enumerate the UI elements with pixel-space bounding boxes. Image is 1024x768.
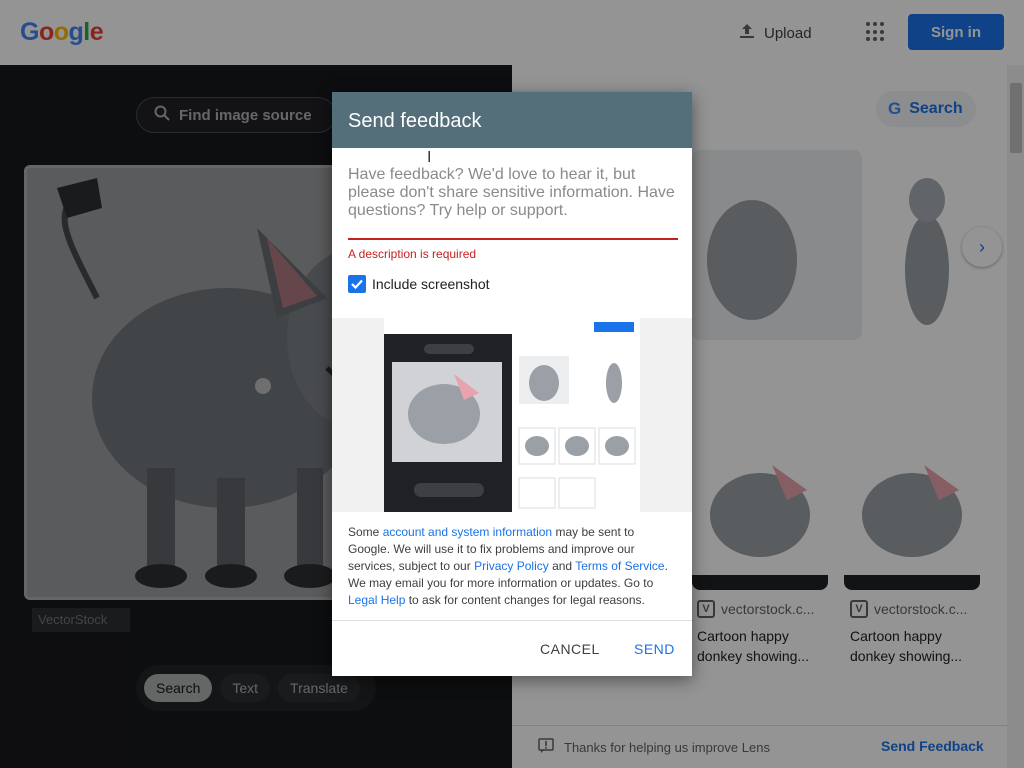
checkmark-icon <box>351 279 363 290</box>
description-error: A description is required <box>348 247 477 261</box>
legal-text: and <box>548 559 576 573</box>
dialog-title: Send feedback <box>332 92 692 148</box>
legal-text: Some <box>348 525 383 539</box>
text-cursor-icon: I <box>427 149 432 166</box>
include-screenshot-label: Include screenshot <box>372 276 490 292</box>
cancel-button[interactable]: CANCEL <box>540 641 600 657</box>
send-feedback-dialog: Send feedback Have feedback? We'd love t… <box>332 92 692 676</box>
screenshot-thumbnail-image <box>384 318 640 512</box>
include-screenshot-row[interactable]: Include screenshot <box>348 275 676 293</box>
send-button[interactable]: SEND <box>634 641 675 657</box>
legal-help-link[interactable]: Legal Help <box>348 593 405 607</box>
legal-notice: Some account and system information may … <box>348 524 678 609</box>
screenshot-preview-area <box>332 318 692 512</box>
include-screenshot-checkbox[interactable] <box>348 275 366 293</box>
privacy-policy-link[interactable]: Privacy Policy <box>474 559 549 573</box>
google-lens-page: Google Upload Sign in Find image source <box>0 0 1024 768</box>
dialog-body: Have feedback? We'd love to hear it, but… <box>332 148 692 293</box>
account-info-link[interactable]: account and system information <box>383 525 552 539</box>
feedback-description-input[interactable]: Have feedback? We'd love to hear it, but… <box>348 166 678 240</box>
terms-of-service-link[interactable]: Terms of Service <box>575 559 664 573</box>
screenshot-preview[interactable] <box>384 318 640 512</box>
dialog-actions: CANCEL SEND <box>332 620 692 676</box>
legal-text: to ask for content changes for legal rea… <box>405 593 645 607</box>
